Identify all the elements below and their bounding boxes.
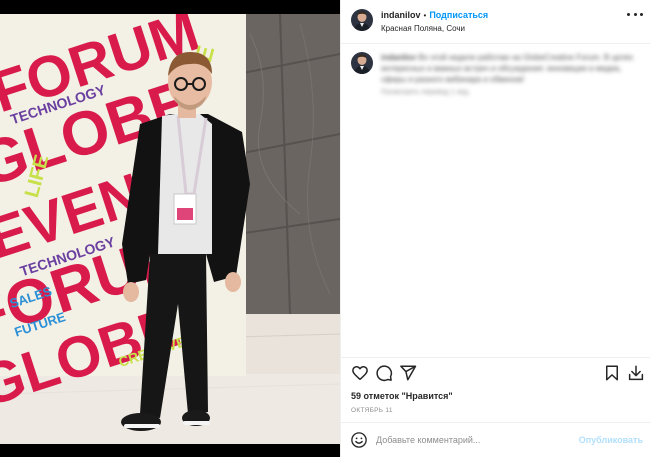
event-photo-illustration: FORUM GLOBE EVENT FORUM GLOBE TECHNOLOGY… (0, 14, 340, 444)
post-header: indanilov • Подписаться Красная Поляна, Со… (341, 0, 650, 34)
caption-body: indanilov Во этой неделе работаю на Glob… (381, 52, 643, 85)
header-top-row: indanilov • Подписаться (381, 9, 488, 22)
separator-dot: • (423, 11, 427, 20)
bookmark-icon[interactable] (603, 364, 621, 382)
heart-icon[interactable] (351, 364, 369, 382)
actions-divider (341, 357, 650, 358)
caption-text: Во этой неделе работаю на GlobeCreative … (381, 53, 634, 84)
more-options-icon[interactable] (627, 9, 643, 19)
caption-text-blurred: indanilov Во этой неделе работаю на Glob… (381, 52, 643, 96)
post-date: ОКТЯБРЬ 11 (351, 407, 393, 414)
comment-input[interactable] (376, 435, 579, 445)
post-side-panel: indanilov • Подписаться Красная Поляна, Со… (340, 0, 650, 457)
action-bar (341, 364, 650, 386)
publish-button[interactable]: Опубликовать (579, 435, 643, 445)
header-info: indanilov • Подписаться Красная Поляна, Со… (381, 9, 488, 35)
emoji-icon[interactable] (350, 431, 368, 449)
comment-icon[interactable] (375, 364, 393, 382)
follow-button[interactable]: Подписаться (429, 10, 488, 20)
caption-comment: indanilov Во этой неделе работаю на Glob… (351, 52, 643, 96)
caption-avatar[interactable] (351, 52, 373, 74)
more-dot (627, 12, 630, 16)
caption-username[interactable]: indanilov (381, 53, 416, 62)
more-dot (633, 12, 637, 16)
photo-image: FORUM GLOBE EVENT FORUM GLOBE TECHNOLOGY… (0, 14, 340, 444)
caption-meta: Посмотреть перевод 1 нед. (381, 89, 470, 96)
avatar-image (351, 52, 373, 74)
paper-plane-icon[interactable] (399, 364, 417, 382)
header-divider (341, 43, 650, 44)
post-photo[interactable]: FORUM GLOBE EVENT FORUM GLOBE TECHNOLOGY… (0, 0, 340, 457)
location-link[interactable]: Красная Поляна, Сочи (381, 23, 488, 35)
instagram-post: FORUM GLOBE EVENT FORUM GLOBE TECHNOLOGY… (0, 0, 650, 457)
download-icon[interactable] (627, 364, 645, 382)
more-dot (640, 12, 643, 16)
username-link[interactable]: indanilov (381, 10, 421, 20)
likes-count[interactable]: 59 отметок "Нравится" (351, 391, 453, 401)
avatar[interactable] (351, 9, 373, 31)
add-comment-bar: Опубликовать (341, 423, 650, 457)
avatar-image (351, 9, 373, 31)
